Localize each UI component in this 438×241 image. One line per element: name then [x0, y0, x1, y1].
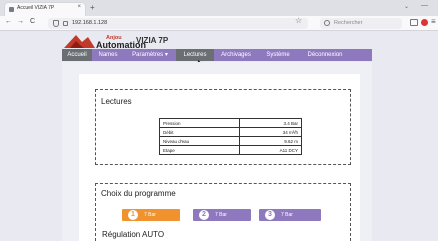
program-number: 1 — [128, 210, 138, 220]
regulation-title: Régulation AUTO — [102, 230, 165, 239]
program-label: 7 Bar — [144, 212, 156, 218]
table-row: Etape A11 DCY — [158, 145, 302, 155]
measurements-table: Pression 3.4 Bar Débit 34 m³/h Niveau d'… — [158, 118, 302, 155]
new-tab-button[interactable]: + — [90, 3, 95, 12]
nav-item-lectures[interactable]: Lectures — [176, 49, 214, 61]
program-button-3[interactable]: 3 7 Bar — [259, 209, 321, 221]
program-number: 3 — [265, 210, 275, 220]
row-value: A11 DCY — [239, 145, 302, 155]
program-button-2[interactable]: 2 7 Bar — [193, 209, 251, 221]
row-value: 9.62 m — [239, 136, 302, 146]
extension-icon[interactable] — [421, 19, 428, 26]
row-label: Débit — [158, 127, 241, 137]
tab-close-icon[interactable]: × — [77, 4, 81, 10]
row-label: Etape — [158, 145, 241, 155]
nav-item-archivages[interactable]: Archivages — [214, 49, 258, 61]
logo[interactable]: Anjou Automation — [62, 33, 146, 50]
logo-mark-icon — [64, 35, 95, 48]
minimize-icon[interactable]: — — [421, 2, 428, 9]
nav-item-names[interactable]: Names — [92, 49, 124, 61]
row-label: Pression — [158, 118, 241, 128]
row-value: 3.4 Bar — [239, 118, 302, 128]
row-value: 34 m³/h — [239, 127, 302, 137]
table-row: Niveau d'eau 9.62 m — [158, 136, 302, 146]
bookmark-star-icon[interactable]: ☆ — [295, 16, 302, 25]
address-bar[interactable]: 192.168.1.128 — [48, 18, 308, 29]
reload-icon[interactable]: C — [30, 18, 35, 25]
search-icon — [324, 20, 330, 26]
lectures-title: Lectures — [101, 97, 132, 106]
tab-title: Accueil VIZIA 7P — [17, 5, 55, 11]
nav-item-parametres[interactable]: Paramètres ▾ — [124, 49, 176, 61]
url-text[interactable]: 192.168.1.128 — [72, 20, 107, 26]
tabs-list-icon[interactable]: ⌄ — [404, 3, 409, 10]
program-number: 2 — [199, 210, 209, 220]
pocket-icon[interactable] — [410, 19, 418, 26]
forward-icon[interactable]: → — [17, 18, 24, 25]
programme-title: Choix du programme — [101, 189, 176, 198]
browser-toolbar: ← → C 192.168.1.128 ☆ Rechercher ≡ — [0, 16, 438, 31]
favicon-icon — [9, 7, 14, 12]
search-input[interactable]: Rechercher — [320, 18, 402, 29]
browser-tab[interactable]: Accueil VIZIA 7P × — [5, 3, 85, 16]
nav-item-systeme[interactable]: Système — [258, 49, 298, 61]
row-label: Niveau d'eau — [158, 136, 241, 146]
search-placeholder: Rechercher — [334, 20, 363, 26]
program-label: 7 Bar — [215, 212, 227, 218]
nav-item-accueil[interactable]: Accueil — [62, 49, 92, 61]
menu-icon[interactable]: ≡ — [431, 17, 436, 26]
nav-item-deconnexion[interactable]: Déconnexion — [298, 49, 352, 61]
lock-icon — [63, 21, 68, 26]
shield-icon — [53, 20, 59, 27]
app-title: VIZIA 7P — [136, 36, 169, 45]
program-button-1[interactable]: 1 7 Bar — [122, 209, 180, 221]
table-row: Pression 3.4 Bar — [158, 118, 302, 128]
browser-tab-strip: Accueil VIZIA 7P × + ⌄ — — [0, 0, 438, 16]
table-row: Débit 34 m³/h — [158, 127, 302, 137]
main-nav: Accueil Names Paramètres ▾ Lectures Arch… — [62, 49, 372, 61]
back-icon[interactable]: ← — [5, 18, 12, 25]
program-label: 7 Bar — [281, 212, 293, 218]
